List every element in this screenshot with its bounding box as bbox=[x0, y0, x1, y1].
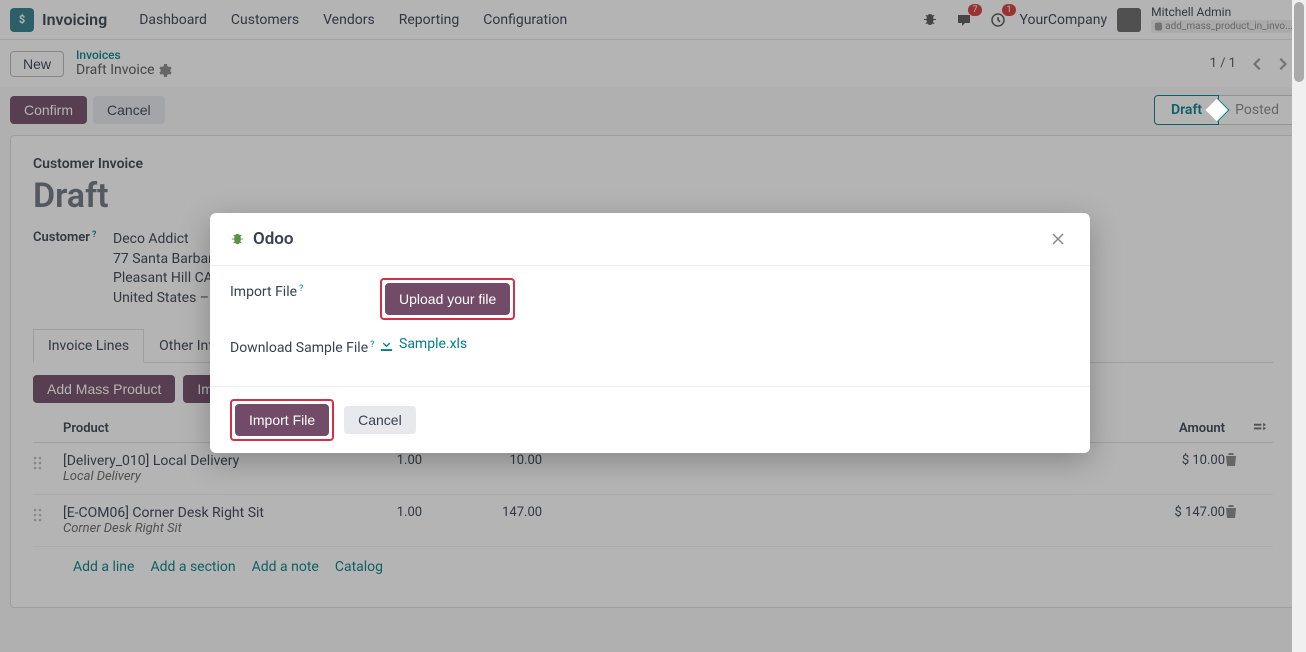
import-file-button[interactable]: Import File bbox=[235, 404, 329, 436]
modal-title: Odoo bbox=[253, 229, 294, 249]
upload-highlight: Upload your file bbox=[380, 278, 515, 320]
close-icon[interactable] bbox=[1046, 227, 1070, 251]
bug-icon bbox=[230, 232, 245, 247]
scrollbar-thumb[interactable] bbox=[1294, 2, 1304, 82]
scrollbar-track[interactable] bbox=[1292, 0, 1306, 652]
modal-cancel-button[interactable]: Cancel bbox=[344, 406, 416, 434]
download-icon bbox=[380, 338, 393, 351]
download-sample-label: Download Sample File? bbox=[230, 334, 380, 356]
import-highlight: Import File bbox=[230, 399, 334, 441]
import-modal: Odoo Import File? Upload your file Downl… bbox=[210, 213, 1090, 453]
sample-download-link[interactable]: Sample.xls bbox=[380, 334, 467, 352]
upload-file-button[interactable]: Upload your file bbox=[385, 283, 510, 315]
import-file-label: Import File? bbox=[230, 278, 380, 300]
